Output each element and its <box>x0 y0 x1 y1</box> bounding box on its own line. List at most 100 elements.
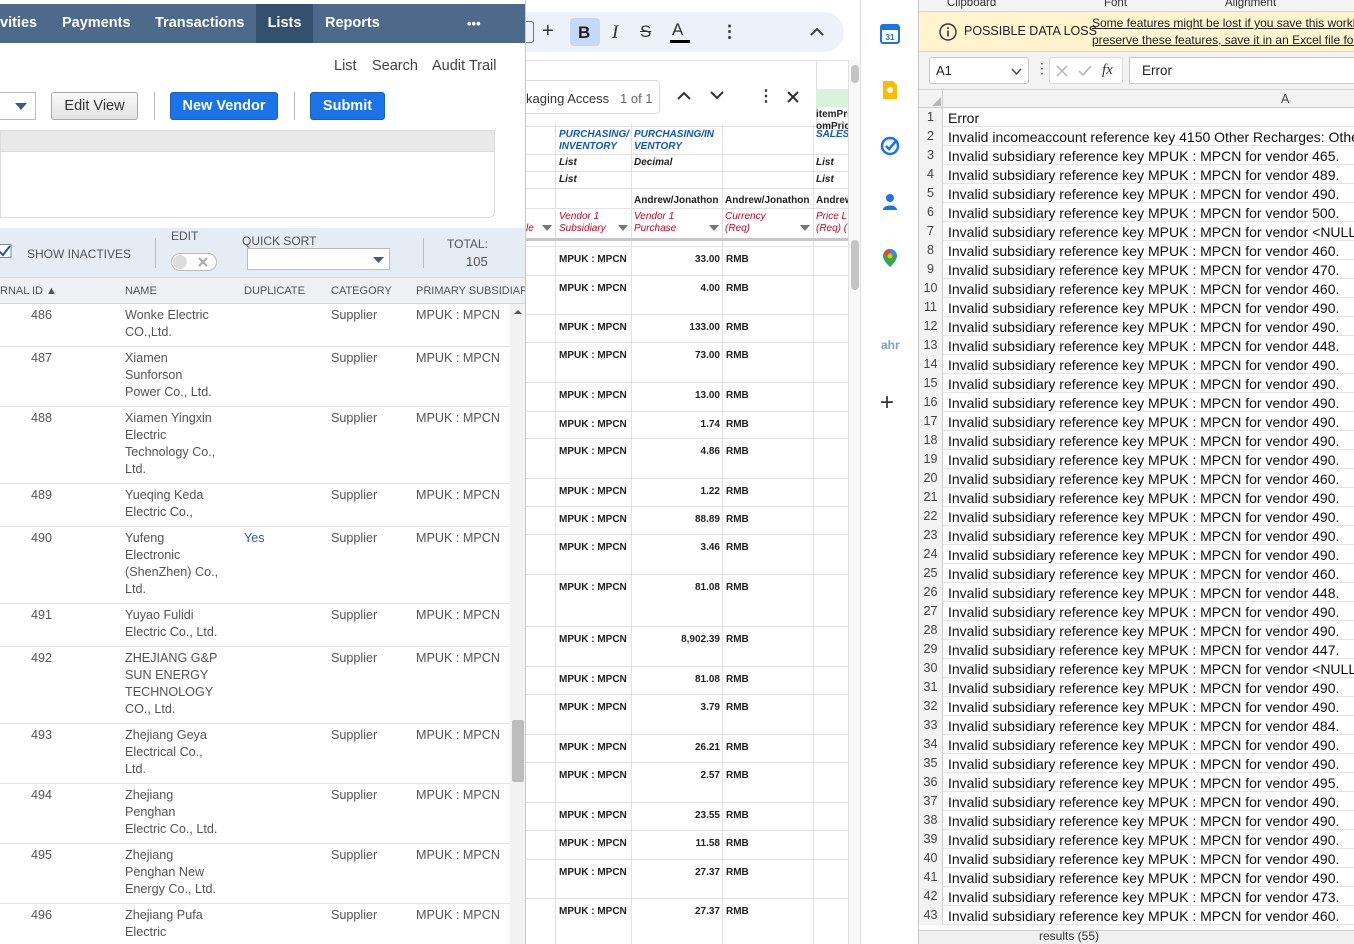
error-cell[interactable]: Invalid subsidiary reference key MPUK : … <box>948 527 1339 545</box>
excel-row[interactable]: 15 Invalid subsidiary reference key MPUK … <box>919 374 1354 393</box>
nav-transactions[interactable]: Transactions <box>155 4 244 43</box>
search-link[interactable]: Search <box>372 58 418 74</box>
vendor-name-link[interactable]: Wonke Electric CO.,Ltd. <box>125 307 220 341</box>
error-cell[interactable]: Invalid subsidiary reference key MPUK : … <box>948 470 1339 488</box>
error-cell[interactable]: Invalid subsidiary reference key MPUK : … <box>948 356 1339 374</box>
excel-row[interactable]: 30 Invalid subsidiary reference key MPUK … <box>919 659 1354 678</box>
row-number[interactable]: 24 <box>919 545 943 564</box>
error-cell[interactable]: Invalid subsidiary reference key MPUK : … <box>948 717 1339 735</box>
text-color-icon[interactable]: A <box>670 20 690 43</box>
sheet-row[interactable]: MPUK : MPCN 133.00 RMB <box>526 322 848 342</box>
sheet-row[interactable]: MPUK : MPCN 81.08 RMB <box>526 582 848 602</box>
excel-row[interactable]: 43 Invalid subsidiary reference key MPUK … <box>919 906 1354 925</box>
row-number[interactable]: 8 <box>919 241 943 260</box>
excel-row[interactable]: 28 Invalid subsidiary reference key MPUK … <box>919 621 1354 640</box>
excel-row[interactable]: 37 Invalid subsidiary reference key MPUK … <box>919 792 1354 811</box>
col-category[interactable]: CATEGORY <box>331 285 392 297</box>
excel-row[interactable]: 25 Invalid subsidiary reference key MPUK … <box>919 564 1354 583</box>
ribbon-clipboard[interactable]: Clipboard <box>947 0 996 9</box>
filter-icon[interactable] <box>709 225 719 232</box>
warning-link-1[interactable]: Some features might be lost if you save … <box>1092 16 1354 30</box>
show-inactives-checkbox[interactable] <box>0 244 12 258</box>
row-number[interactable]: 35 <box>919 754 943 773</box>
error-cell[interactable]: Invalid subsidiary reference key MPUK : … <box>948 451 1339 469</box>
error-cell[interactable]: Invalid subsidiary reference key MPUK : … <box>948 565 1339 583</box>
row-number[interactable]: 4 <box>919 165 943 184</box>
excel-row[interactable]: 17 Invalid subsidiary reference key MPUK … <box>919 412 1354 431</box>
row-number[interactable]: 5 <box>919 184 943 203</box>
list-link[interactable]: List <box>334 58 357 74</box>
chevron-up-icon[interactable] <box>810 27 824 36</box>
ahr-icon[interactable]: ahr <box>881 338 900 352</box>
keep-icon[interactable] <box>880 80 900 100</box>
col-primary-subsidiary[interactable]: PRIMARY SUBSIDIARY <box>416 285 525 297</box>
row-number[interactable]: 28 <box>919 621 943 640</box>
col-name[interactable]: NAME <box>125 285 157 297</box>
excel-row[interactable]: 35 Invalid subsidiary reference key MPUK … <box>919 754 1354 773</box>
row-number[interactable]: 19 <box>919 450 943 469</box>
chevron-up-icon[interactable] <box>677 91 691 100</box>
excel-row[interactable]: 23 Invalid subsidiary reference key MPUK … <box>919 526 1354 545</box>
error-cell[interactable]: Invalid subsidiary reference key MPUK : … <box>948 318 1339 336</box>
sheet-tab-results[interactable]: results (55) <box>1039 929 1099 943</box>
error-cell[interactable]: Invalid subsidiary reference key MPUK : … <box>948 774 1339 792</box>
excel-row[interactable]: 22 Invalid subsidiary reference key MPUK … <box>919 507 1354 526</box>
bold-button[interactable]: B <box>570 18 600 46</box>
table-row[interactable]: 489 Yueqing Keda Electric Co., Supplier MPU… <box>0 484 510 527</box>
row-number[interactable]: 39 <box>919 830 943 849</box>
error-cell[interactable]: Invalid subsidiary reference key MPUK : … <box>948 261 1339 279</box>
filter-icon[interactable] <box>800 225 810 232</box>
table-row[interactable]: 493 Zhejiang Geya Electrical Co., Ltd. Sup… <box>0 724 510 784</box>
maps-icon[interactable] <box>880 248 900 268</box>
sheet-row[interactable]: MPUK : MPCN 4.00 RMB <box>526 283 848 303</box>
sheet-row[interactable]: MPUK : MPCN 1.74 RMB <box>526 419 848 439</box>
calendar-icon[interactable]: 31 <box>880 24 900 44</box>
vendor-name-link[interactable]: Zhejiang Penghan New Energy Co., Ltd. <box>125 847 220 898</box>
excel-row[interactable]: 12 Invalid subsidiary reference key MPUK … <box>919 317 1354 336</box>
table-row[interactable]: 487 Xiamen Sunforson Power Co., Ltd. Suppl… <box>0 347 510 407</box>
excel-row[interactable]: 41 Invalid subsidiary reference key MPUK … <box>919 868 1354 887</box>
row-number[interactable]: 10 <box>919 279 943 298</box>
error-cell[interactable]: Invalid subsidiary reference key MPUK : … <box>948 204 1339 222</box>
formula-input[interactable]: Error <box>1129 57 1354 84</box>
error-cell[interactable]: Invalid subsidiary reference key MPUK : … <box>948 375 1339 393</box>
row-number[interactable]: 43 <box>919 906 943 925</box>
excel-row[interactable]: 10 Invalid subsidiary reference key MPUK … <box>919 279 1354 298</box>
vendor-name-link[interactable]: Yufeng Electronic (ShenZhen) Co., Ltd. <box>125 530 220 598</box>
sheet-row[interactable]: MPUK : MPCN 23.55 RMB <box>526 810 848 830</box>
error-cell[interactable]: Invalid subsidiary reference key MPUK : … <box>948 242 1339 260</box>
row-number[interactable]: 29 <box>919 640 943 659</box>
error-cell[interactable]: Invalid subsidiary reference key MPUK : … <box>948 622 1339 640</box>
close-icon[interactable] <box>787 91 799 103</box>
insert-function-icon[interactable]: fx <box>1102 62 1113 79</box>
sheet-row[interactable]: MPUK : MPCN 88.89 RMB <box>526 514 848 534</box>
error-cell[interactable]: Invalid subsidiary reference key MPUK : … <box>948 888 1339 906</box>
row-number[interactable]: 33 <box>919 716 943 735</box>
row-number[interactable]: 12 <box>919 317 943 336</box>
sheet-row[interactable]: MPUK : MPCN 13.00 RMB <box>526 390 848 410</box>
error-cell[interactable]: Invalid incomeaccount reference key 4150… <box>948 128 1354 146</box>
submit-button[interactable]: Submit <box>310 92 385 120</box>
excel-row[interactable]: 24 Invalid subsidiary reference key MPUK … <box>919 545 1354 564</box>
find-input-text[interactable]: kaging Access <box>526 91 609 106</box>
contacts-icon[interactable] <box>880 192 900 212</box>
nav-more-icon[interactable]: ••• <box>467 4 481 43</box>
error-cell[interactable]: Invalid subsidiary reference key MPUK : … <box>948 185 1339 203</box>
excel-row[interactable]: 39 Invalid subsidiary reference key MPUK … <box>919 830 1354 849</box>
nav-reports[interactable]: Reports <box>325 4 380 43</box>
error-cell[interactable]: Invalid subsidiary reference key MPUK : … <box>948 432 1339 450</box>
table-scroll-thumb[interactable] <box>512 720 524 782</box>
sheet-grid[interactable]: itemPri omPric PURCHASING/ INVENTORY PUR… <box>526 109 853 944</box>
error-cell[interactable]: Invalid subsidiary reference key MPUK : … <box>948 793 1339 811</box>
excel-row[interactable]: 14 Invalid subsidiary reference key MPUK … <box>919 355 1354 374</box>
row-number[interactable]: 32 <box>919 697 943 716</box>
error-cell[interactable]: Invalid subsidiary reference key MPUK : … <box>948 413 1339 431</box>
sheet-row[interactable]: MPUK : MPCN 27.37 RMB <box>526 867 848 887</box>
error-cell[interactable]: Invalid subsidiary reference key MPUK : … <box>948 508 1339 526</box>
error-cell[interactable]: Invalid subsidiary reference key MPUK : … <box>948 679 1339 697</box>
row-number[interactable]: 34 <box>919 735 943 754</box>
row-number[interactable]: 36 <box>919 773 943 792</box>
row-number[interactable]: 38 <box>919 811 943 830</box>
vendor-name-link[interactable]: Yueqing Keda Electric Co., <box>125 487 220 521</box>
table-row[interactable]: 495 Zhejiang Penghan New Energy Co., Ltd.… <box>0 844 510 904</box>
